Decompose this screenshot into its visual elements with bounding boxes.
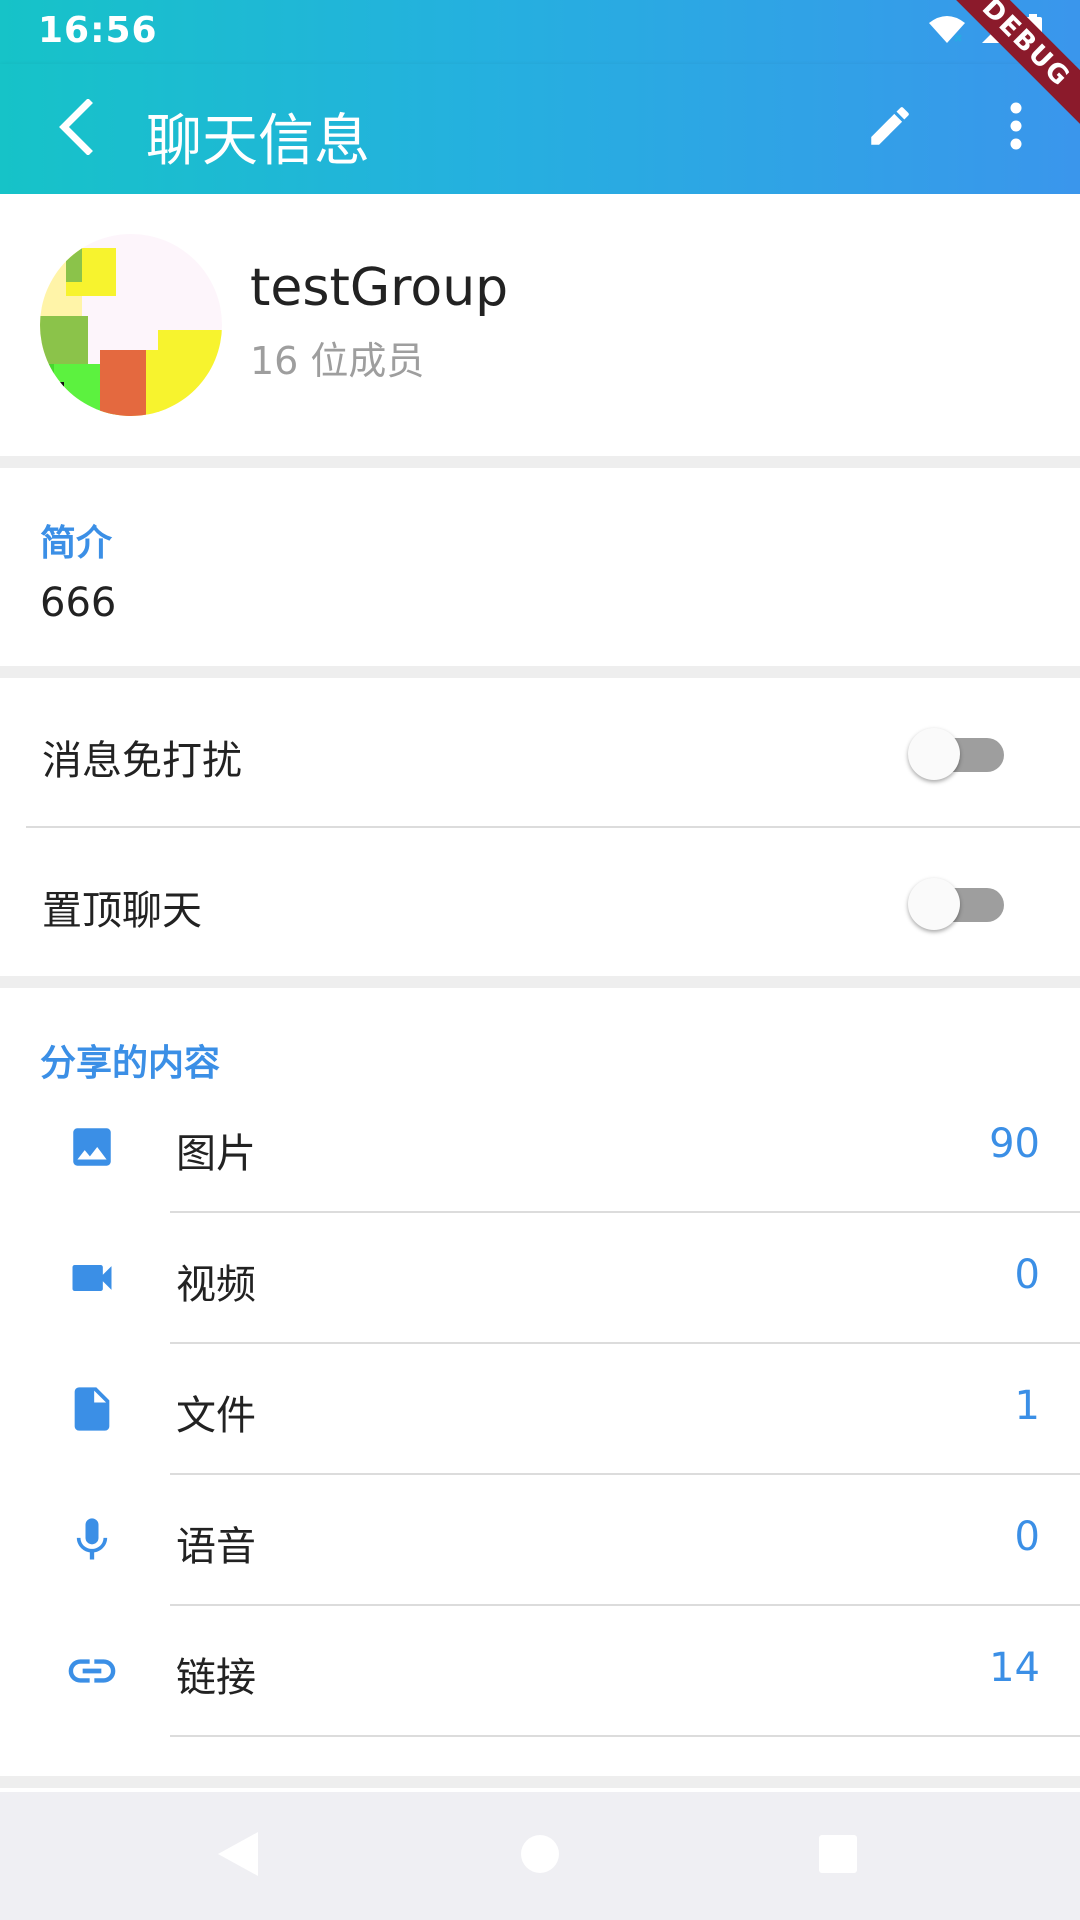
image-icon [62,1117,122,1177]
square-recents-icon [817,1833,859,1879]
member-count: 16 位成员 [250,339,425,383]
more-vert-icon [1009,102,1023,154]
section-divider [0,976,1080,988]
pin-chat-label: 置顶聊天 [42,888,202,934]
list-item-links[interactable]: 链接 14 [0,1605,1080,1736]
list-item-count: 0 [1014,1252,1040,1298]
list-item-count: 1 [1014,1383,1040,1429]
switch-thumb [908,728,960,780]
page-title: 聊天信息 [146,109,370,174]
list-item-count: 0 [1014,1514,1040,1560]
avatar[interactable] [40,234,222,416]
videocam-icon [62,1248,122,1308]
system-nav-bar [0,1792,1080,1920]
mic-icon [62,1510,122,1570]
pencil-icon [865,101,915,155]
triangle-back-icon [216,1830,260,1882]
arrow-back-icon [54,98,94,159]
list-item-label: 视频 [176,1262,256,1308]
row-divider [170,1735,1080,1737]
mute-notifications-row[interactable]: 消息免打扰 [0,678,1080,826]
list-item-count: 14 [989,1645,1040,1691]
pin-chat-switch[interactable] [908,878,1004,930]
intro-heading: 简介 [40,523,113,564]
section-divider [0,456,1080,468]
section-divider [0,1776,1080,1788]
status-bar: 16:56 [0,0,1080,64]
pin-chat-row[interactable]: 置顶聊天 [0,828,1080,976]
app-bar: 聊天信息 [0,64,1080,194]
group-name: testGroup [250,258,509,318]
nav-recents-button[interactable] [808,1828,868,1884]
edit-button[interactable] [860,98,920,158]
list-item-label: 文件 [176,1393,256,1439]
list-item-label: 链接 [176,1655,256,1701]
mute-notifications-switch[interactable] [908,728,1004,780]
wifi-icon [928,15,966,45]
section-divider [0,666,1080,678]
file-icon [62,1379,122,1439]
shared-content-heading: 分享的内容 [40,1043,221,1084]
more-options-button[interactable] [990,98,1042,158]
mute-notifications-label: 消息免打扰 [42,738,242,784]
list-item-files[interactable]: 文件 1 [0,1343,1080,1474]
list-item-images[interactable]: 图片 90 [0,1081,1080,1212]
list-item-label: 图片 [176,1131,256,1177]
list-item-count: 90 [989,1121,1040,1167]
link-icon [62,1641,122,1701]
nav-home-button[interactable] [510,1828,570,1884]
list-item-label: 语音 [176,1524,256,1570]
intro-text: 666 [40,580,117,626]
switch-thumb [908,878,960,930]
circle-home-icon [518,1832,562,1880]
back-button[interactable] [44,94,104,164]
nav-back-button[interactable] [208,1828,268,1884]
list-item-voice[interactable]: 语音 0 [0,1474,1080,1605]
group-profile[interactable]: testGroup 16 位成员 [0,194,1080,456]
list-item-videos[interactable]: 视频 0 [0,1212,1080,1343]
status-time: 16:56 [38,10,158,51]
